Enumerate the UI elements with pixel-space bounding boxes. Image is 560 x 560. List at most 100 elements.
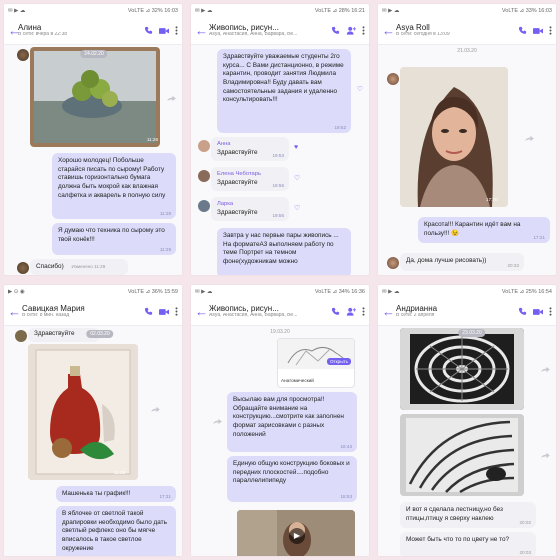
staircase-photo-1[interactable] xyxy=(400,328,524,410)
staircase-photo-2[interactable] xyxy=(400,414,524,496)
open-file-button[interactable]: Открыть xyxy=(326,358,351,365)
message-text: Хорошо молодец! Побольше старайся писать… xyxy=(58,157,166,199)
message-text: Здравствуйте xyxy=(217,148,258,156)
message-bubble: Может быть что то по цвету не то? 20:03 xyxy=(400,532,536,556)
chat-subtitle: В сети: вчера в 22:38 xyxy=(18,32,68,38)
more-options-icon[interactable] xyxy=(175,307,178,316)
file-name: Анатомический xyxy=(281,378,314,383)
avatar xyxy=(17,49,29,61)
back-arrow-icon[interactable]: ← xyxy=(195,24,208,37)
message-time: 18:53 xyxy=(340,493,353,499)
avatar xyxy=(198,140,210,152)
photo-time: 11:26 xyxy=(146,137,158,142)
share-icon[interactable] xyxy=(525,135,534,142)
message-text: Машенька ты график!!! xyxy=(62,490,131,497)
still-life-photo[interactable] xyxy=(28,344,138,480)
chat-title: Андрианна xyxy=(396,304,438,314)
painting-photo[interactable] xyxy=(30,47,160,147)
video-call-icon[interactable] xyxy=(159,308,169,316)
message-time: 19:52 xyxy=(334,124,347,130)
phone-icon[interactable] xyxy=(331,26,340,35)
message-bubble: Машенька ты график!!! 17:31 xyxy=(56,486,176,502)
chat-header: ← Живопись, рисун... Asya, Анастасия, Анн… xyxy=(191,298,369,326)
play-icon[interactable]: ▶ xyxy=(289,528,305,544)
chat-panel-group-painting: ✉ ▶ ☁ VoLTE ⊿ 28% 16:21 ← Живопись, рисун… xyxy=(191,4,369,275)
date-label: 19.03.20 xyxy=(270,329,290,335)
message-bubble: Спасибо) Изменено 11:29 xyxy=(30,259,128,275)
still-life-image xyxy=(28,344,138,480)
avatar xyxy=(17,262,29,274)
more-options-icon[interactable] xyxy=(549,307,552,316)
message-bubble: Здравствуйте уважаемые студенты 2го курс… xyxy=(217,49,351,133)
message-time: 17:31 xyxy=(159,493,172,499)
video-call-icon[interactable] xyxy=(533,308,543,316)
message-time: 19:56 xyxy=(272,182,285,188)
sender-name: Елена Чеботарь xyxy=(217,171,262,177)
message-text: Я думаю что техника по сырому это твой к… xyxy=(58,227,165,243)
avatar xyxy=(198,170,210,182)
more-options-icon[interactable] xyxy=(362,307,365,316)
phone-icon[interactable] xyxy=(331,307,340,316)
chat-header: ← Алина В сети: вчера в 22:38 xyxy=(4,17,182,45)
photo-time: 11:28 xyxy=(114,470,126,475)
message-time: 11:28 xyxy=(159,210,171,216)
chat-body: 23.03.20 И вот я сделала лестницу,но без… xyxy=(378,326,556,556)
message-text: Здравствуйте xyxy=(217,208,258,216)
like-heart-icon[interactable]: ♡ xyxy=(294,204,300,212)
back-arrow-icon[interactable]: ← xyxy=(195,305,208,318)
message-bubble: И вот я сделала лестницу,но без птицы,пт… xyxy=(400,502,536,528)
avatar xyxy=(387,257,399,269)
date-badge: 02.03.20 xyxy=(86,330,114,338)
message-time: 20:33 xyxy=(507,262,520,268)
video-thumbnail[interactable]: ▶ xyxy=(237,510,355,556)
file-preview[interactable]: Открыть Анатомический xyxy=(277,338,355,388)
back-arrow-icon[interactable]: ← xyxy=(8,24,21,37)
phone-icon[interactable] xyxy=(518,307,527,316)
phone-icon[interactable] xyxy=(518,26,527,35)
message-bubble: Хорошо молодец! Побольше старайся писать… xyxy=(52,153,176,219)
message-bubble: В яблочке от светлой такой драпировки не… xyxy=(56,506,176,556)
status-bar: ✉ ▶ ☁ VoLTE ⊿ 32% 16:03 xyxy=(4,4,182,17)
share-icon[interactable] xyxy=(167,95,176,102)
message-text: Спасибо) xyxy=(36,263,64,270)
status-right: VoLTE ⊿ 25% 16:54 xyxy=(501,288,552,295)
share-icon[interactable] xyxy=(541,452,550,459)
chat-body: 24.02.20 11:26 Хорошо молодец! Побольше … xyxy=(4,45,182,275)
message-time: 20:03 xyxy=(519,549,532,555)
back-arrow-icon[interactable]: ← xyxy=(382,305,395,318)
add-participant-icon[interactable] xyxy=(346,307,356,316)
status-right: VoLTE ⊿ 32% 16:03 xyxy=(127,7,178,14)
like-heart-icon[interactable]: ♡ xyxy=(357,85,363,93)
painting-image xyxy=(34,51,156,143)
chat-panel-savitskaya: ▶ ⊙ ◉ VoLTE ⊿ 36% 15:59 ← Савицкая Мария В… xyxy=(4,285,182,556)
chat-body: Здравствуйте уважаемые студенты 2го курс… xyxy=(191,45,369,275)
like-heart-icon[interactable]: ♡ xyxy=(294,174,300,182)
status-bar: ✉ ▶ ☁ VoLTE ⊿ 33% 16:03 xyxy=(378,4,556,17)
more-options-icon[interactable] xyxy=(175,26,178,35)
phone-icon[interactable] xyxy=(144,26,153,35)
chat-header: ← Андрианна В сети: 2 апреля xyxy=(378,298,556,326)
video-call-icon[interactable] xyxy=(533,27,543,35)
add-participant-icon[interactable] xyxy=(346,26,356,35)
chat-title: Asya Roll xyxy=(396,23,430,33)
message-text: Да, дома лучше рисовать)) xyxy=(406,257,487,264)
share-icon[interactable] xyxy=(151,406,160,413)
more-options-icon[interactable] xyxy=(362,26,365,35)
like-heart-icon[interactable]: ♥ xyxy=(294,144,298,151)
avatar xyxy=(198,200,210,212)
chat-body: 21.03.20 17:20 Красота!!! Карантин идёт … xyxy=(378,45,556,275)
portrait-photo[interactable] xyxy=(400,67,508,207)
message-text: Может быть что то по цвету не то? xyxy=(406,536,510,543)
more-options-icon[interactable] xyxy=(549,26,552,35)
share-icon[interactable] xyxy=(213,418,222,425)
video-call-icon[interactable] xyxy=(159,27,169,35)
chat-title: Живопись, рисун... xyxy=(209,23,279,33)
status-left: ✉ ▶ ☁ xyxy=(195,288,213,295)
share-icon[interactable] xyxy=(541,366,550,373)
screenshot-collage: ✉ ▶ ☁ VoLTE ⊿ 32% 16:03 ← Алина В сети: вч… xyxy=(4,4,556,556)
back-arrow-icon[interactable]: ← xyxy=(382,24,395,37)
back-arrow-icon[interactable]: ← xyxy=(8,305,21,318)
phone-icon[interactable] xyxy=(144,307,153,316)
chat-title: Живопись, рисун... xyxy=(209,304,279,314)
chat-panel-group-painting-2: ✉ ▶ ☁ VoLTE ⊿ 34% 16:36 ← Живопись, рисун… xyxy=(191,285,369,556)
